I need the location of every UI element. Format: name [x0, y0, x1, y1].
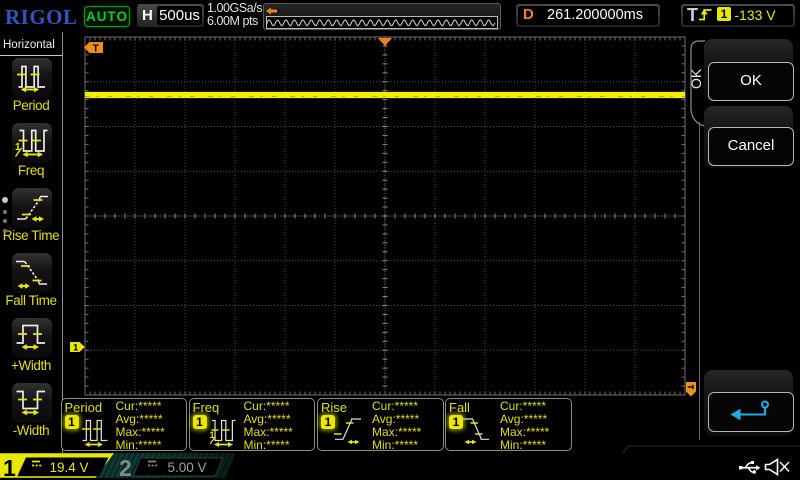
svg-text:19.4 V: 19.4 V: [50, 460, 89, 475]
svg-text:5.00 V: 5.00 V: [168, 460, 207, 475]
svg-text:2: 2: [119, 455, 132, 478]
svg-text:1: 1: [3, 455, 16, 478]
